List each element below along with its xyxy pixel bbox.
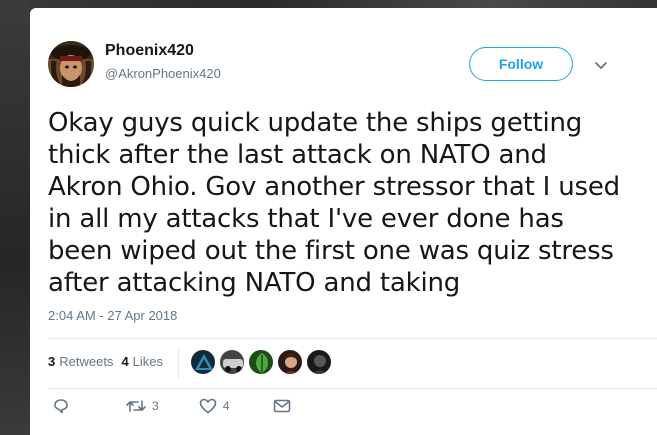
liker-avatar[interactable] [219,349,245,375]
stats-separator [178,347,179,379]
liker-avatar[interactable] [277,349,303,375]
heart-icon [199,398,216,414]
chevron-down-icon[interactable] [594,61,608,71]
retweets-count: 3 [48,354,56,369]
like-count: 4 [222,399,230,413]
tweet-stats: 3 Retweets 4 Likes [48,354,171,369]
avatar-image [48,41,94,87]
envelope-icon [274,399,291,413]
likes-stat[interactable]: 4 Likes [121,354,163,369]
retweet-button[interactable]: 3 [126,398,159,414]
direct-message-button[interactable] [273,399,291,413]
liker-avatar[interactable] [306,349,332,375]
tweet-text: Okay guys quick update the ships getting… [48,108,620,298]
likes-label: Likes [132,354,164,369]
divider [48,338,657,339]
likes-count: 4 [121,354,129,369]
retweets-stat[interactable]: 3 Retweets [48,354,113,369]
liker-avatars [190,349,335,375]
display-name[interactable]: Phoenix420 [105,42,194,60]
user-handle[interactable]: @AkronPhoenix420 [105,66,221,81]
tweet-actions: 3 4 [48,398,291,414]
reply-icon [54,399,68,414]
divider [48,388,657,389]
retweets-label: Retweets [59,354,114,369]
like-button[interactable]: 4 [199,398,230,414]
follow-button[interactable]: Follow [469,47,573,81]
reply-button[interactable] [52,398,70,414]
retweet-icon [126,400,146,412]
liker-avatar[interactable] [248,349,274,375]
tweet-timestamp[interactable]: 2:04 AM - 27 Apr 2018 [48,308,177,323]
tweet-card: Phoenix420 @AkronPhoenix420 Follow Okay … [30,8,657,435]
retweet-count: 3 [152,399,159,413]
avatar[interactable] [48,41,94,87]
background-left [0,0,30,435]
liker-avatar[interactable] [190,349,216,375]
